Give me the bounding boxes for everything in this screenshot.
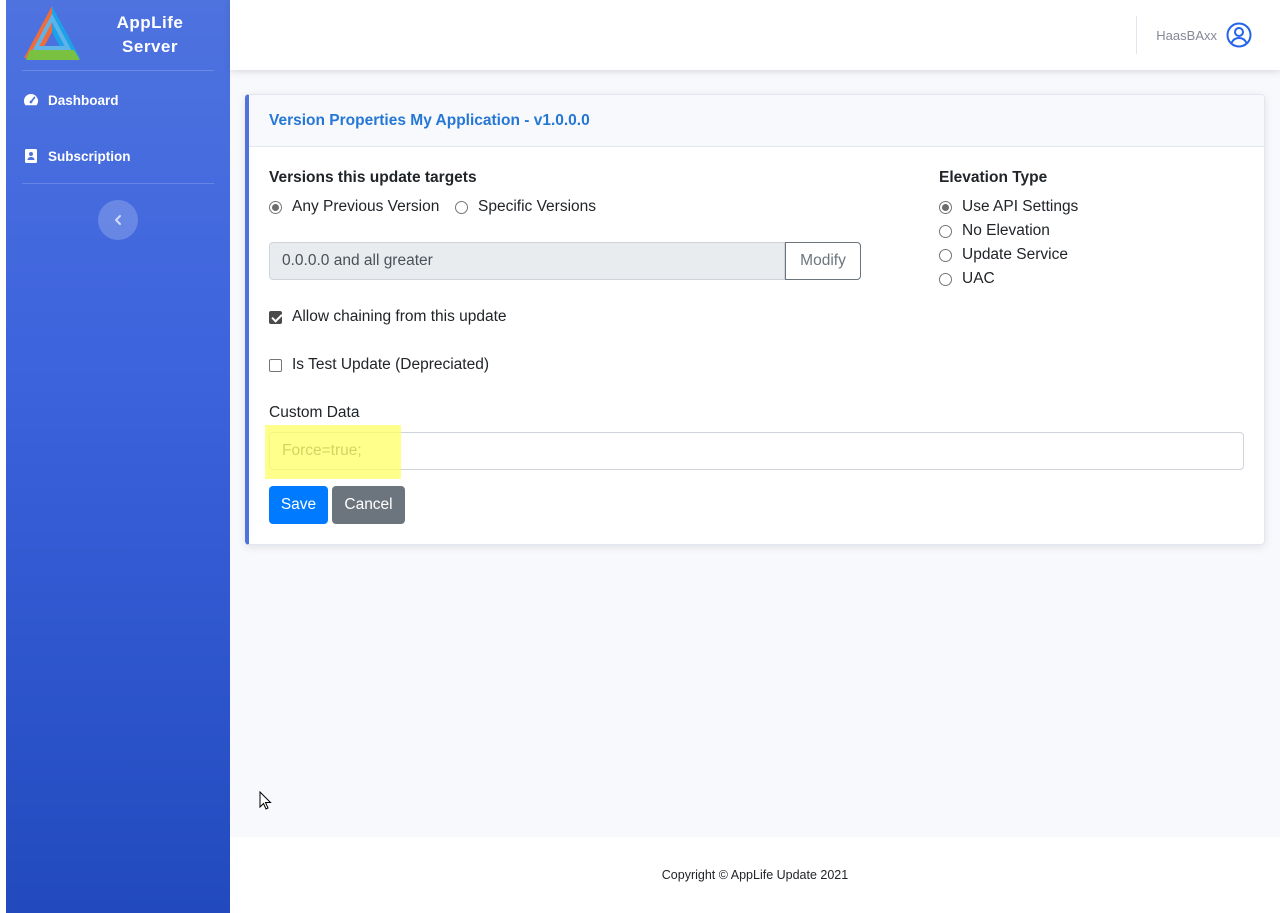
radio-button[interactable] <box>455 200 468 214</box>
radio-label: Update Service <box>962 246 1068 263</box>
allow-chaining-checkbox[interactable] <box>269 310 282 324</box>
card-title: Version Properties My Application - v1.0… <box>269 112 590 129</box>
checkbox-label: Allow chaining from this update <box>292 308 507 325</box>
card-header: Version Properties My Application - v1.0… <box>249 95 1264 147</box>
sidebar-divider <box>22 70 214 71</box>
elevation-label: Elevation Type <box>939 169 1048 186</box>
mouse-cursor-icon <box>259 791 272 810</box>
app-root: AppLife Server Dashboard Subscription Ha… <box>0 0 1280 913</box>
user-name[interactable]: HaasBAxx <box>1156 28 1217 43</box>
brand-name: AppLife Server <box>98 11 202 59</box>
cancel-button[interactable]: Cancel <box>332 486 405 524</box>
radio-any-previous-version[interactable]: Any Previous Version <box>269 198 439 216</box>
user-circle-icon[interactable] <box>1226 22 1252 48</box>
checkbox-label: Is Test Update (Depreciated) <box>292 356 490 373</box>
test-update-checkbox[interactable] <box>269 358 282 372</box>
radio-button[interactable] <box>269 200 282 214</box>
radio-button[interactable] <box>939 272 952 286</box>
sidebar-toggle-button[interactable] <box>98 200 138 240</box>
sidebar: AppLife Server Dashboard Subscription <box>6 0 230 913</box>
targets-label: Versions this update targets <box>269 169 477 186</box>
chevron-left-icon <box>115 215 121 225</box>
radio-label: UAC <box>962 270 995 287</box>
sidebar-item-subscription[interactable]: Subscription <box>22 144 131 168</box>
topbar: HaasBAxx <box>230 0 1280 70</box>
radio-button[interactable] <box>939 248 952 262</box>
tachometer-icon <box>22 92 40 108</box>
save-button[interactable]: Save <box>269 486 328 524</box>
custom-data-input[interactable] <box>269 432 1244 470</box>
version-range-field: 0.0.0.0 and all greater <box>269 242 785 280</box>
brand[interactable]: AppLife Server <box>6 0 230 70</box>
version-range-group: 0.0.0.0 and all greater Modify <box>269 242 861 280</box>
brand-line-2: Server <box>122 37 178 56</box>
sidebar-item-dashboard[interactable]: Dashboard <box>22 88 119 112</box>
radio-uac[interactable]: UAC <box>939 270 995 288</box>
modify-button[interactable]: Modify <box>785 242 861 280</box>
radio-label: Use API Settings <box>962 198 1079 215</box>
footer: Copyright © AppLife Update 2021 <box>230 837 1280 913</box>
sidebar-item-label: Subscription <box>48 148 131 164</box>
topbar-divider <box>1136 16 1137 54</box>
radio-button[interactable] <box>939 200 952 214</box>
test-update-checkbox-row[interactable]: Is Test Update (Depreciated) <box>269 356 489 374</box>
radio-label: Specific Versions <box>478 198 597 215</box>
allow-chaining-checkbox-row[interactable]: Allow chaining from this update <box>269 308 507 326</box>
radio-label: No Elevation <box>962 222 1050 239</box>
custom-data-label: Custom Data <box>269 404 360 421</box>
main-content: Version Properties My Application - v1.0… <box>230 70 1280 837</box>
radio-button[interactable] <box>939 224 952 238</box>
brand-line-1: AppLife <box>116 13 184 32</box>
radio-use-api-settings[interactable]: Use API Settings <box>939 198 1078 216</box>
address-book-icon <box>22 148 40 164</box>
radio-update-service[interactable]: Update Service <box>939 246 1068 264</box>
version-properties-card: Version Properties My Application - v1.0… <box>245 94 1265 545</box>
sidebar-item-label: Dashboard <box>48 92 119 108</box>
applife-logo-icon <box>24 6 80 60</box>
sidebar-divider <box>22 183 214 184</box>
radio-no-elevation[interactable]: No Elevation <box>939 222 1050 240</box>
copyright-text: Copyright © AppLife Update 2021 <box>661 868 849 882</box>
radio-label: Any Previous Version <box>292 198 440 215</box>
radio-specific-versions[interactable]: Specific Versions <box>455 198 596 216</box>
